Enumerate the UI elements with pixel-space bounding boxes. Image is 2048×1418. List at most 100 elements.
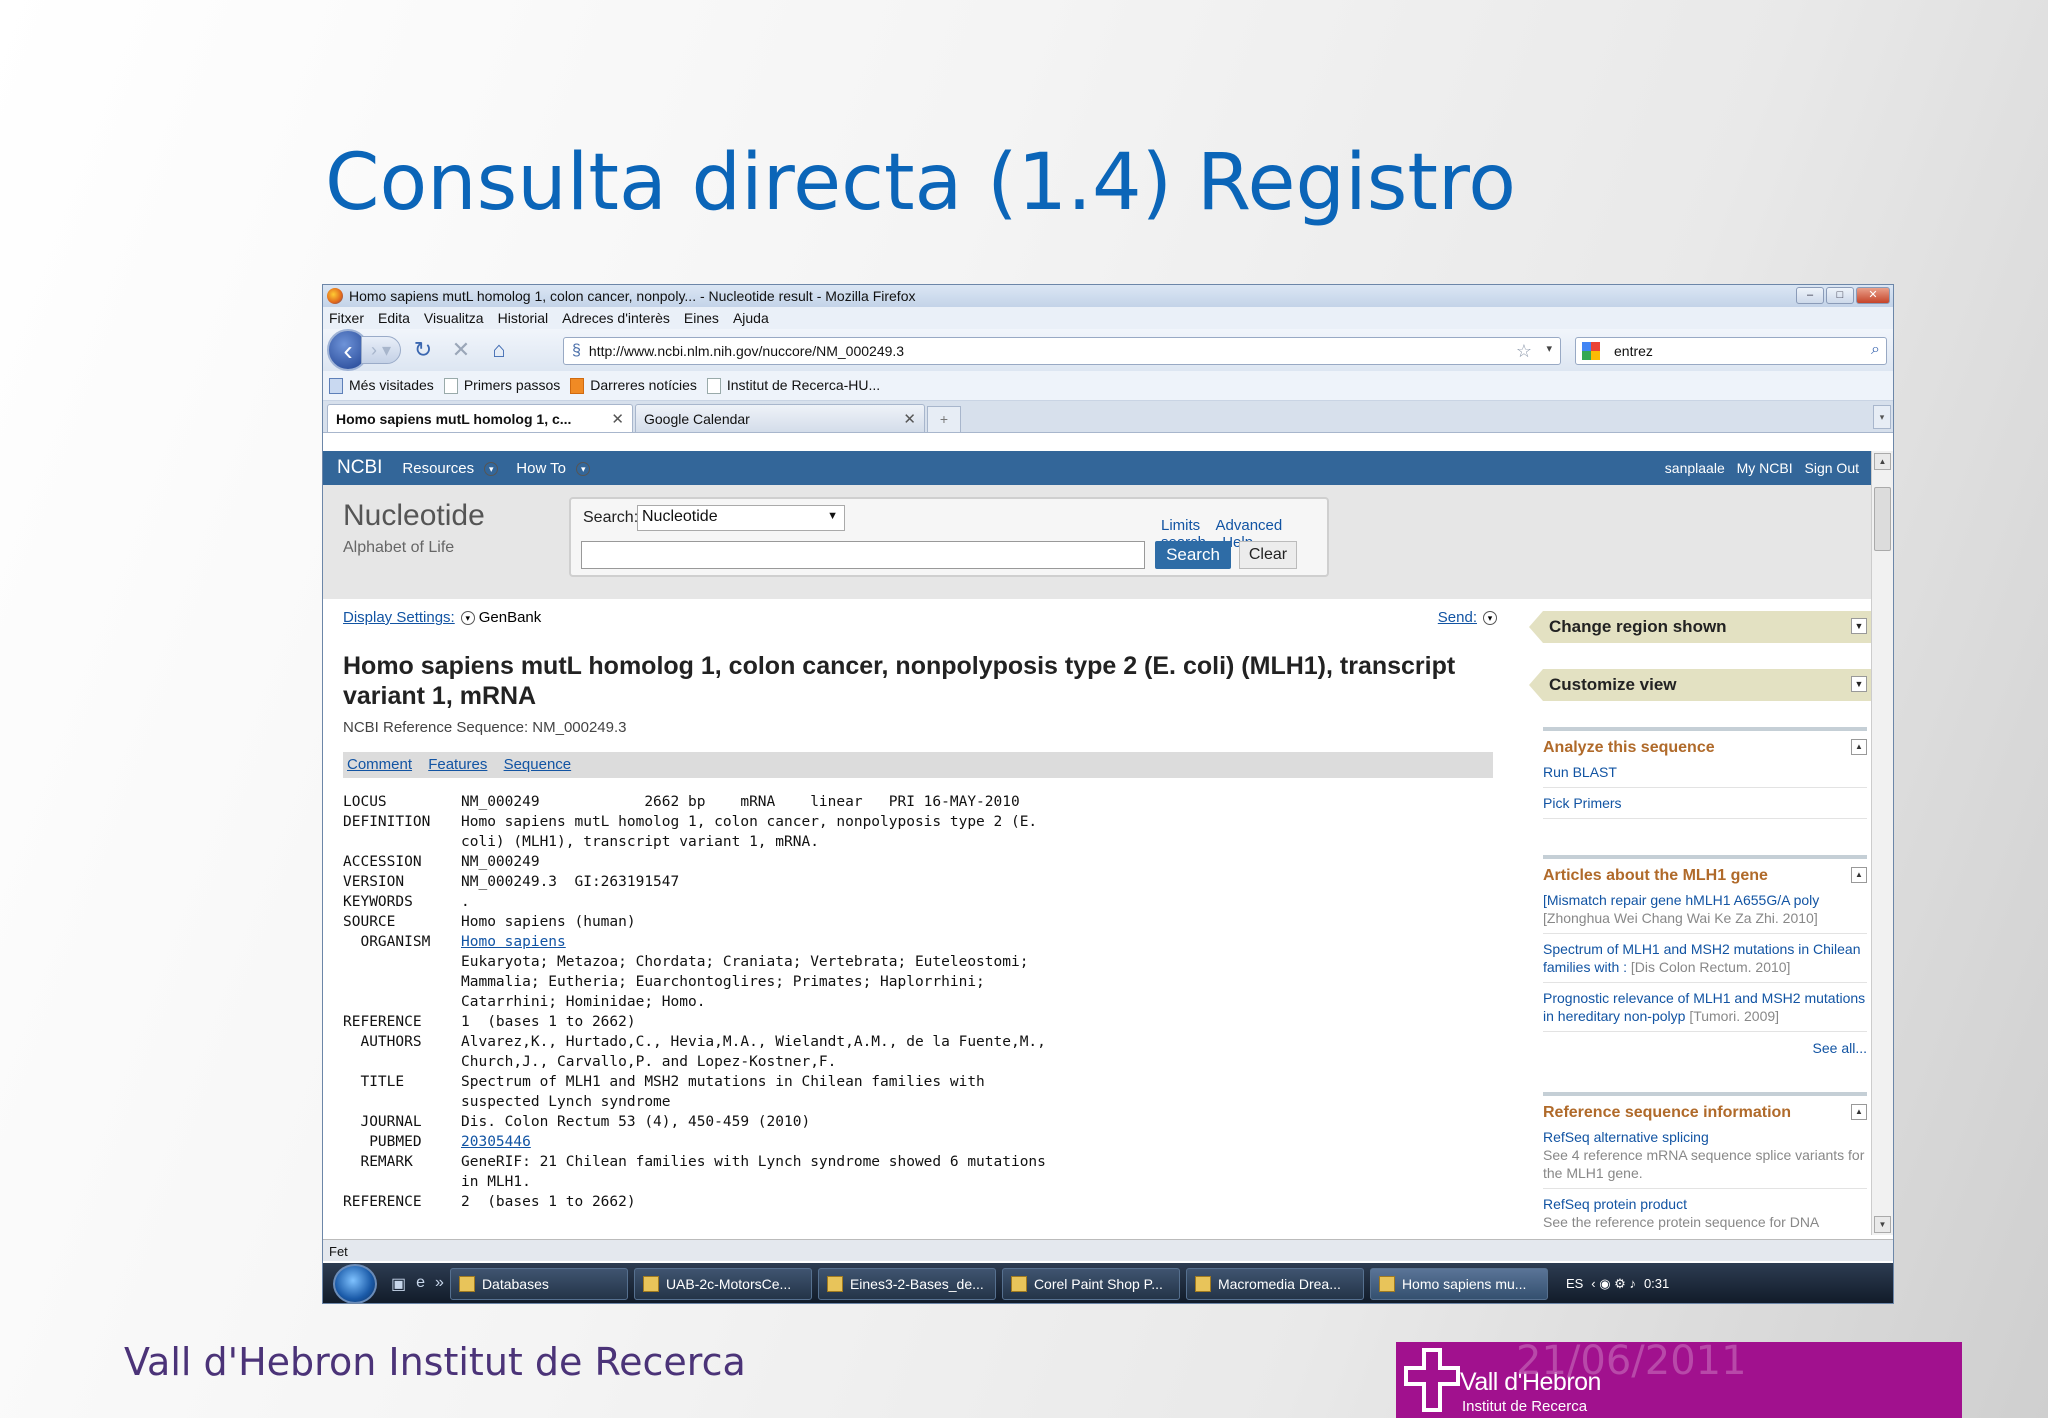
article-item[interactable]: [Mismatch repair gene hMLH1 A655G/A poly… — [1543, 885, 1867, 934]
taskbar-item[interactable]: Eines3-2-Bases_de... — [817, 1268, 996, 1300]
url-bar[interactable]: § http://www.ncbi.nlm.nih.gov/nuccore/NM… — [563, 337, 1561, 365]
genbank-link[interactable]: Homo sapiens — [461, 932, 566, 952]
tab-google-calendar[interactable]: Google Calendar ✕ — [635, 404, 925, 432]
taskbar-item[interactable]: Macromedia Drea... — [1185, 1268, 1364, 1300]
bookmark-star-icon[interactable]: ☆ — [1516, 341, 1532, 362]
see-all-link[interactable]: See all... — [1543, 1032, 1867, 1056]
home-icon[interactable]: ⌂ — [483, 337, 515, 363]
genbank-row: JOURNAL Dis. Colon Rectum 53 (4), 450-459… — [343, 1112, 1503, 1132]
bookmark-institut[interactable]: Institut de Recerca-HU... — [706, 376, 881, 395]
genbank-row: ORGANISM Homo sapiens — [343, 932, 1503, 952]
menu-history[interactable]: Historial — [498, 310, 549, 326]
refseq-item[interactable]: RefSeq alternative splicing See 4 referen… — [1543, 1122, 1867, 1189]
minimize-button[interactable]: – — [1796, 287, 1824, 304]
bookmark-getting-started[interactable]: Primers passos — [443, 376, 561, 395]
scroll-up-icon[interactable]: ▲ — [1874, 453, 1891, 470]
genbank-row: AUTHORS Alvarez,K., Hurtado,C., Hevia,M.A… — [343, 1032, 1503, 1052]
clock[interactable]: 0:31 — [1644, 1276, 1669, 1292]
send-menu[interactable]: Send: ▾ — [1438, 609, 1501, 626]
taskbar-item-active[interactable]: Homo sapiens mu... — [1369, 1268, 1548, 1300]
web-page: NCBI Resources ▾ How To ▾ sanplaale My N… — [323, 451, 1871, 1235]
tray-icons[interactable]: ‹ ◉ ⚙ ♪ — [1591, 1276, 1636, 1292]
reload-icon[interactable]: ↻ — [407, 337, 439, 363]
run-blast-link[interactable]: Run BLAST — [1543, 757, 1867, 788]
genbank-key: REFERENCE — [343, 1014, 422, 1030]
new-tab-button[interactable]: + — [927, 406, 961, 432]
display-settings-link[interactable]: Display Settings: — [343, 609, 455, 626]
genbank-value: in MLH1. — [461, 1174, 531, 1190]
search-button[interactable]: Search — [1155, 541, 1231, 569]
chevron-down-icon[interactable]: ▼ — [1851, 618, 1867, 634]
features-link[interactable]: Features — [428, 756, 487, 773]
refseq-item[interactable]: RefSeq protein product See the reference … — [1543, 1189, 1867, 1235]
article-item[interactable]: Spectrum of MLH1 and MSH2 mutations in C… — [1543, 934, 1867, 983]
resources-menu[interactable]: Resources ▾ — [402, 460, 502, 477]
close-tab-icon[interactable]: ✕ — [611, 410, 624, 428]
menu-view[interactable]: Visualitza — [424, 310, 484, 326]
genbank-row: REFERENCE 1 (bases 1 to 2662) — [343, 1012, 1503, 1032]
bookmark-label: Institut de Recerca-HU... — [726, 376, 881, 393]
genbank-row: suspected Lynch syndrome — [343, 1092, 1503, 1112]
page-icon — [329, 378, 343, 395]
change-region-accordion[interactable]: Change region shown ▼ — [1529, 611, 1871, 643]
app-icon — [826, 1276, 843, 1292]
bookmark-latest-news[interactable]: Darreres notícies — [570, 377, 697, 395]
web-search-text: entrez — [1614, 343, 1653, 359]
ncbi-logo[interactable]: NCBI — [337, 457, 382, 479]
comment-link[interactable]: Comment — [347, 756, 412, 773]
close-tab-icon[interactable]: ✕ — [903, 410, 916, 428]
search-header: Nucleotide Alphabet of Life Search: Nucl… — [323, 485, 1871, 599]
database-select[interactable]: Nucleotide ▼ — [637, 505, 845, 531]
menu-help[interactable]: Ajuda — [733, 310, 769, 326]
menu-edit[interactable]: Edita — [378, 310, 410, 326]
tab-list-button[interactable]: ▾ — [1873, 405, 1891, 429]
username-link[interactable]: sanplaale — [1665, 460, 1725, 476]
sign-out-link[interactable]: Sign Out — [1805, 460, 1859, 476]
web-search-box[interactable]: entrez ⌕ — [1575, 337, 1887, 365]
genbank-link[interactable]: 20305446 — [461, 1132, 531, 1152]
sequence-link[interactable]: Sequence — [504, 756, 572, 773]
navigation-toolbar: ‹ › ▾ ↻ ✕ ⌂ § http://www.ncbi.nlm.nih.go… — [323, 329, 1893, 371]
forward-button[interactable]: › ▾ — [361, 336, 401, 364]
page-scrollbar[interactable]: ▲ ▼ — [1871, 451, 1893, 1235]
collapse-icon[interactable]: ▲ — [1851, 867, 1867, 883]
article-item[interactable]: Prognostic relevance of MLH1 and MSH2 mu… — [1543, 983, 1867, 1032]
browser-screenshot: Homo sapiens mutL homolog 1, colon cance… — [322, 284, 1894, 1304]
taskbar-item[interactable]: Databases — [449, 1268, 628, 1300]
close-window-button[interactable]: ✕ — [1856, 287, 1890, 304]
tab-ncbi-record[interactable]: Homo sapiens mutL homolog 1, c... ✕ — [327, 404, 633, 432]
chevron-down-icon[interactable]: ▾ — [460, 611, 475, 626]
database-selected: Nucleotide — [642, 508, 718, 525]
menu-bookmarks[interactable]: Adreces d'interès — [562, 310, 670, 326]
taskbar-item[interactable]: UAB-2c-MotorsCe... — [633, 1268, 812, 1300]
maximize-button[interactable]: □ — [1826, 287, 1854, 304]
clear-button[interactable]: Clear — [1239, 541, 1297, 569]
customize-view-accordion[interactable]: Customize view ▼ — [1529, 669, 1871, 701]
taskbar-item[interactable]: Corel Paint Shop P... — [1001, 1268, 1180, 1300]
ie-icon[interactable]: e — [416, 1274, 425, 1294]
start-button[interactable] — [333, 1264, 377, 1303]
menu-tools[interactable]: Eines — [684, 310, 719, 326]
genbank-value: NM_000249 — [461, 854, 540, 870]
url-dropdown-icon[interactable]: ▾ — [1546, 342, 1552, 355]
howto-menu[interactable]: How To ▾ — [516, 460, 594, 477]
search-icon[interactable]: ⌕ — [1871, 341, 1880, 359]
menu-file[interactable]: Fitxer — [329, 310, 364, 326]
language-indicator[interactable]: ES — [1566, 1276, 1583, 1292]
stop-icon[interactable]: ✕ — [445, 337, 477, 363]
tab-label: Homo sapiens mutL homolog 1, c... — [336, 410, 572, 427]
bookmark-label: Primers passos — [463, 376, 561, 393]
bookmark-most-visited[interactable]: Més visitades — [329, 377, 434, 395]
scroll-thumb[interactable] — [1874, 487, 1891, 551]
scroll-down-icon[interactable]: ▼ — [1874, 1216, 1891, 1233]
limits-link[interactable]: Limits — [1161, 517, 1200, 534]
portlet-title: Articles about the MLH1 gene — [1543, 867, 1768, 884]
collapse-icon[interactable]: ▲ — [1851, 739, 1867, 755]
my-ncbi-link[interactable]: My NCBI — [1737, 460, 1793, 476]
collapse-icon[interactable]: ▲ — [1851, 1104, 1867, 1120]
desktop-icon[interactable]: ▣ — [391, 1274, 406, 1294]
chevron-down-icon[interactable]: ▼ — [1851, 676, 1867, 692]
pick-primers-link[interactable]: Pick Primers — [1543, 788, 1867, 819]
more-icon[interactable]: » — [435, 1274, 444, 1294]
search-term-input[interactable] — [581, 541, 1145, 569]
